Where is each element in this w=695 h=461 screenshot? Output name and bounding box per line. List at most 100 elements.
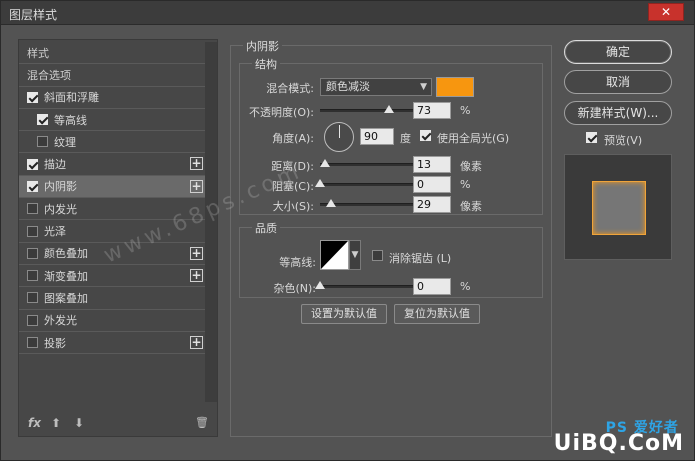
reset-default-button[interactable]: 复位为默认值 (394, 304, 480, 324)
distance-input[interactable]: 13 (413, 156, 451, 173)
style-list-item-label: 斜面和浮雕 (44, 91, 99, 105)
angle-label: 角度(A): (272, 132, 314, 145)
style-enable-checkbox[interactable] (27, 247, 38, 259)
style-list-item[interactable]: 渐变叠加 + (19, 265, 205, 288)
style-list-item-label: 内发光 (44, 202, 77, 216)
noise-slider-thumb[interactable] (315, 281, 325, 289)
new-style-button[interactable]: 新建样式(W)... (564, 101, 672, 125)
style-list-item[interactable]: 描边 + (19, 153, 205, 176)
angle-unit: 度 (400, 132, 411, 145)
layer-style-dialog: 图层样式 ✕ 样式 混合选项 斜面和浮雕 等高线 纹理 描边 + 内阴影 + 内发光 光泽 颜色叠加 +… (0, 0, 695, 461)
move-up-icon[interactable]: ⬆ (51, 416, 61, 430)
size-input[interactable]: 29 (413, 196, 451, 213)
trash-icon[interactable]: 🗑 (195, 416, 209, 429)
opacity-slider[interactable] (320, 105, 414, 113)
style-list-item-label: 内阴影 (44, 180, 77, 194)
move-down-icon[interactable]: ⬇ (74, 416, 84, 430)
style-list-item[interactable]: 混合选项 (19, 64, 205, 87)
style-enable-checkbox[interactable] (27, 225, 38, 237)
add-instance-icon[interactable]: + (190, 179, 203, 193)
style-enable-checkbox[interactable] (27, 158, 38, 170)
linear-contour-icon (321, 241, 348, 269)
close-button[interactable]: ✕ (648, 3, 684, 21)
angle-dial[interactable] (324, 122, 354, 152)
style-enable-checkbox[interactable] (27, 270, 38, 282)
style-list-item[interactable]: 外发光 (19, 310, 205, 332)
distance-slider[interactable] (319, 159, 414, 167)
size-slider-thumb[interactable] (326, 199, 337, 207)
style-list-item[interactable]: 图案叠加 (19, 287, 205, 310)
style-list-item[interactable]: 样式 (19, 42, 205, 65)
style-enable-checkbox[interactable] (37, 136, 48, 148)
contour-picker[interactable] (320, 240, 349, 270)
noise-unit: % (460, 280, 471, 293)
blend-mode-select[interactable]: 颜色减淡 ▼ (320, 78, 432, 96)
set-default-button[interactable]: 设置为默认值 (301, 304, 387, 324)
style-list-item-label: 纹理 (54, 135, 76, 149)
global-light-checkbox[interactable] (420, 130, 431, 141)
angle-input[interactable]: 90 (360, 128, 394, 145)
style-list-item[interactable]: 等高线 (19, 109, 205, 132)
style-enable-checkbox[interactable] (37, 114, 48, 126)
style-list-item-label: 图案叠加 (44, 291, 88, 305)
style-list-item-label: 渐变叠加 (44, 269, 88, 283)
chevron-down-icon: ▼ (420, 82, 427, 92)
add-instance-icon[interactable]: + (190, 335, 203, 349)
styles-list-toolbar: fx ⬆ ⬇ 🗑 (19, 410, 217, 436)
contour-label: 等高线: (279, 256, 316, 269)
opacity-input[interactable]: 73 (413, 102, 451, 119)
style-list-item[interactable]: 投影 + (19, 332, 205, 355)
quality-group: 品质 等高线: ▼ 消除锯齿 (L) 杂色(N): 0 % (239, 220, 543, 298)
style-list-item-label: 描边 (44, 158, 66, 172)
shadow-color-swatch[interactable] (436, 77, 474, 97)
fx-icon[interactable]: fx (28, 416, 41, 430)
blend-mode-label: 混合模式: (266, 82, 314, 95)
contour-dropdown[interactable]: ▼ (349, 240, 361, 270)
style-list-item[interactable]: 内阴影 + (19, 175, 205, 199)
antialias-checkbox[interactable] (372, 250, 383, 261)
global-light-label: 使用全局光(G) (437, 132, 510, 145)
distance-slider-thumb[interactable] (319, 159, 330, 167)
quality-title: 品质 (252, 220, 280, 236)
antialias-label: 消除锯齿 (L) (389, 252, 452, 265)
style-enable-checkbox[interactable] (27, 91, 38, 103)
title-bar[interactable]: 图层样式 ✕ (1, 1, 694, 25)
inner-shadow-panel: 内阴影 结构 混合模式: 颜色减淡 ▼ 不透明度(O): 73 % 角度(A):… (230, 38, 552, 437)
cancel-button[interactable]: 取消 (564, 70, 672, 94)
style-list-item[interactable]: 斜面和浮雕 (19, 87, 205, 109)
dialog-title: 图层样式 (9, 8, 58, 22)
style-enable-checkbox[interactable] (27, 337, 38, 348)
opacity-label: 不透明度(O): (249, 106, 314, 119)
style-list-item-label: 颜色叠加 (44, 247, 88, 261)
add-instance-icon[interactable]: + (190, 157, 203, 171)
site-logo: PS 爱好者 UiBQ.CoM (554, 420, 684, 456)
style-list-item-label: 投影 (44, 336, 66, 350)
size-slider[interactable] (320, 199, 414, 207)
ok-button[interactable]: 确定 (564, 40, 672, 64)
preview-thumbnail (592, 181, 646, 235)
style-enable-checkbox[interactable] (27, 180, 38, 192)
choke-slider[interactable] (315, 179, 414, 187)
style-enable-checkbox[interactable] (27, 203, 38, 215)
style-list-item-label: 混合选项 (27, 68, 71, 82)
add-instance-icon[interactable]: + (190, 268, 203, 282)
logo-ps-text: PS 爱好者 (605, 420, 679, 436)
style-list-item-label: 样式 (27, 46, 49, 60)
style-list-item-label: 等高线 (54, 113, 87, 127)
style-enable-checkbox[interactable] (27, 314, 38, 326)
style-list-item[interactable]: 纹理 (19, 131, 205, 154)
style-preview (564, 154, 672, 260)
opacity-unit: % (460, 104, 471, 117)
noise-input[interactable]: 0 (413, 278, 451, 295)
choke-slider-thumb[interactable] (315, 179, 325, 187)
add-instance-icon[interactable]: + (190, 246, 203, 260)
choke-unit: % (460, 178, 471, 191)
preview-checkbox[interactable] (586, 132, 597, 143)
blend-mode-value: 颜色减淡 (326, 80, 370, 93)
style-enable-checkbox[interactable] (27, 292, 38, 304)
size-unit: 像素 (460, 200, 482, 213)
choke-input[interactable]: 0 (413, 176, 451, 193)
opacity-slider-thumb[interactable] (383, 105, 394, 113)
inner-shadow-title: 内阴影 (243, 38, 282, 54)
noise-slider[interactable] (315, 281, 414, 289)
